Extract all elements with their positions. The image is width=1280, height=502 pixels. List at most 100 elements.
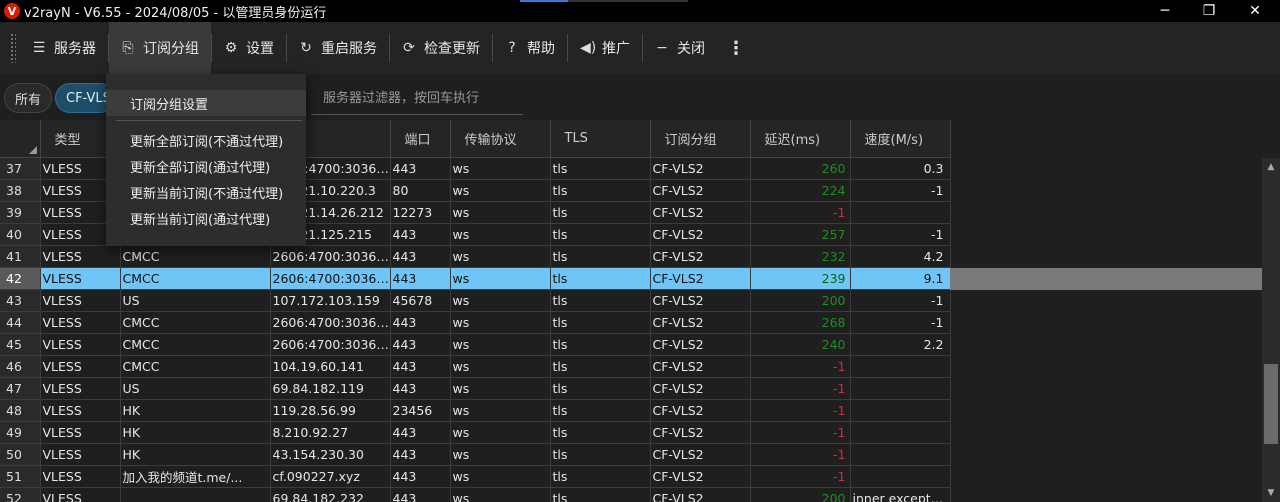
address-cell: 2606:4700:3036:0... xyxy=(270,333,391,356)
minus-icon: − xyxy=(656,40,668,56)
maximize-button[interactable]: ❐ xyxy=(1186,0,1232,22)
tls-cell: tls xyxy=(550,399,651,422)
table-row[interactable]: 46 VLESS CMCC 104.19.60.141 443 ws tls CF-VLS2-… xyxy=(0,355,951,378)
table-row[interactable]: 44 VLESS CMCC 2606:4700:3036:2... 443 ws tls CF… xyxy=(0,311,951,334)
subscription-icon: ⎘ xyxy=(122,40,134,56)
table-row[interactable]: 43 VLESS US 107.172.103.159 45678 ws tls CF-VLS… xyxy=(0,289,951,312)
row-number: 44 xyxy=(0,311,41,334)
scroll-up-arrow-icon[interactable]: ▲ xyxy=(1262,158,1280,176)
menu-item-update-current-direct[interactable]: 更新当前订阅(不通过代理) xyxy=(106,179,306,205)
port-cell: 443 xyxy=(390,223,451,246)
tls-cell: tls xyxy=(550,487,651,502)
menu-item-update-all-proxy[interactable]: 更新全部订阅(通过代理) xyxy=(106,153,306,179)
port-cell: 443 xyxy=(390,487,451,502)
menu-item-subscription-settings[interactable]: 订阅分组设置 xyxy=(106,90,306,116)
table-row[interactable]: 42 VLESS CMCC 2606:4700:3036:2... 443 ws tls CF… xyxy=(0,267,951,290)
refresh-icon: ⟳ xyxy=(403,40,415,56)
minimize-button[interactable]: ─ xyxy=(1142,0,1188,22)
address-cell: 69.84.182.232 xyxy=(270,487,391,502)
server-filter-input[interactable] xyxy=(311,83,523,115)
port-cell: 443 xyxy=(390,157,451,180)
subgroup-cell: CF-VLS2 xyxy=(650,465,751,488)
menu-item-update-all-direct[interactable]: 更新全部订阅(不通过代理) xyxy=(106,127,306,153)
table-row[interactable]: 47 VLESS US 69.84.182.119 443 ws tls CF-VLS2 -1 xyxy=(0,377,951,400)
more-options-icon[interactable]: ⋮ xyxy=(717,38,755,59)
tls-cell: tls xyxy=(550,289,651,312)
row-number: 49 xyxy=(0,421,41,444)
alias-cell: CMCC xyxy=(120,333,271,356)
type-cell: VLESS xyxy=(40,421,121,444)
toolbar-grip[interactable] xyxy=(10,33,16,63)
delay-cell: -1 xyxy=(750,201,851,224)
network-cell: ws xyxy=(450,289,551,312)
tls-cell: tls xyxy=(550,377,651,400)
subscription-group-button[interactable]: ⎘ 订阅分组 xyxy=(109,22,211,74)
port-cell: 23456 xyxy=(390,399,451,422)
promotion-button[interactable]: ◀) 推广 xyxy=(568,22,642,74)
column-header-port[interactable]: 端口 xyxy=(390,120,451,158)
help-button[interactable]: ? 帮助 xyxy=(493,22,567,74)
column-header-subgroup[interactable]: 订阅分组 xyxy=(650,120,751,158)
alias-cell: US xyxy=(120,289,271,312)
table-row[interactable]: 41 VLESS CMCC 2606:4700:3036:2... 443 ws tls CF… xyxy=(0,245,951,268)
scrollbar-thumb[interactable] xyxy=(1264,364,1278,444)
port-cell: 443 xyxy=(390,333,451,356)
column-header-delay[interactable]: 延迟(ms) xyxy=(750,120,851,158)
servers-button[interactable]: ☰ 服务器 xyxy=(20,22,108,74)
tls-cell: tls xyxy=(550,311,651,334)
speed-cell xyxy=(850,443,951,466)
column-header-network[interactable]: 传输协议 xyxy=(450,120,551,158)
title-accent-bar xyxy=(520,0,568,2)
subgroup-cell: CF-VLS2 xyxy=(650,179,751,202)
subgroup-cell: CF-VLS2 xyxy=(650,377,751,400)
port-cell: 443 xyxy=(390,267,451,290)
speed-cell xyxy=(850,355,951,378)
subgroup-cell: CF-VLS2 xyxy=(650,223,751,246)
menu-item-update-current-proxy[interactable]: 更新当前订阅(通过代理) xyxy=(106,205,306,231)
speed-cell xyxy=(850,421,951,444)
column-header-tls[interactable]: TLS xyxy=(550,120,651,158)
tls-cell: tls xyxy=(550,355,651,378)
subgroup-cell: CF-VLS2 xyxy=(650,421,751,444)
row-number: 38 xyxy=(0,179,41,202)
delay-cell: 200 xyxy=(750,487,851,502)
table-row[interactable]: 52 VLESS 69.84.182.232 443 ws tls CF-VLS2 200 in… xyxy=(0,487,951,502)
close-button[interactable]: − 关闭 xyxy=(643,22,717,74)
table-row[interactable]: 51 VLESS 加入我的频道t.me/... cf.090227.xyz 443 ws t… xyxy=(0,465,951,488)
address-cell: 43.154.230.30 xyxy=(270,443,391,466)
network-cell: ws xyxy=(450,333,551,356)
table-row[interactable]: 48 VLESS HK 119.28.56.99 23456 ws tls CF-VLS2 -1 xyxy=(0,399,951,422)
delay-cell: 260 xyxy=(750,157,851,180)
restart-icon: ↻ xyxy=(300,40,312,56)
row-number: 47 xyxy=(0,377,41,400)
network-cell: ws xyxy=(450,443,551,466)
vertical-scrollbar[interactable] xyxy=(1262,158,1280,502)
delay-cell: 239 xyxy=(750,267,851,290)
port-cell: 443 xyxy=(390,377,451,400)
address-cell: 2606:4700:3036:2... xyxy=(270,311,391,334)
check-update-button[interactable]: ⟳ 检查更新 xyxy=(390,22,492,74)
select-all-corner[interactable] xyxy=(0,120,41,158)
all-filter-chip[interactable]: 所有 xyxy=(4,83,53,113)
table-row[interactable]: 49 VLESS HK 8.210.92.27 443 ws tls CF-VLS2 -1 xyxy=(0,421,951,444)
address-cell: 107.172.103.159 xyxy=(270,289,391,312)
close-window-button[interactable]: ✕ xyxy=(1232,0,1278,22)
table-row[interactable]: 50 VLESS HK 43.154.230.30 443 ws tls CF-VLS2 -1 xyxy=(0,443,951,466)
row-number: 40 xyxy=(0,223,41,246)
row-number: 41 xyxy=(0,245,41,268)
table-row[interactable]: 45 VLESS CMCC 2606:4700:3036:0... 443 ws tls CF… xyxy=(0,333,951,356)
row-number: 50 xyxy=(0,443,41,466)
delay-cell: 268 xyxy=(750,311,851,334)
type-cell: VLESS xyxy=(40,333,121,356)
restart-service-label: 重启服务 xyxy=(321,41,377,57)
type-cell: VLESS xyxy=(40,267,121,290)
help-icon: ? xyxy=(508,40,516,56)
minimize-icon: ─ xyxy=(1160,3,1170,19)
settings-button[interactable]: ⚙ 设置 xyxy=(212,22,286,74)
scroll-down-arrow-icon[interactable]: ▼ xyxy=(1262,484,1280,502)
network-cell: ws xyxy=(450,223,551,246)
column-header-speed[interactable]: 速度(M/s) xyxy=(850,120,951,158)
alias-cell: CMCC xyxy=(120,245,271,268)
restart-service-button[interactable]: ↻ 重启服务 xyxy=(287,22,389,74)
type-cell: VLESS xyxy=(40,399,121,422)
